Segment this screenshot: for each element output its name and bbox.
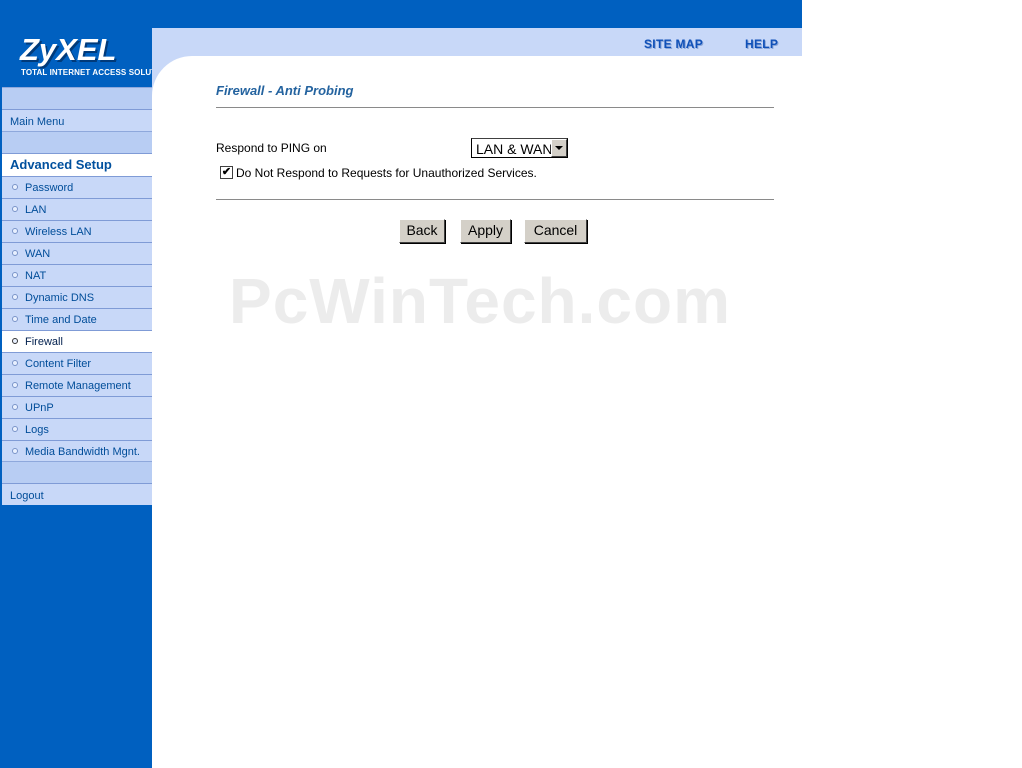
sidebar-item-label: Wireless LAN xyxy=(25,226,92,238)
sidebar-item-logs[interactable]: Logs xyxy=(2,418,152,440)
sidebar-item-label: Firewall xyxy=(25,336,63,348)
dropdown-arrow-icon[interactable] xyxy=(551,139,567,157)
page-title: Firewall - Anti Probing xyxy=(216,83,354,98)
sidebar-item-nat[interactable]: NAT xyxy=(2,264,152,286)
sidebar-item-label: Content Filter xyxy=(25,358,92,370)
cancel-button[interactable]: Cancel xyxy=(524,219,587,243)
brand-name: ZyXEL xyxy=(20,32,117,67)
brand-tagline: Total Internet Access Solution xyxy=(21,68,171,77)
sidebar-item-label: LAN xyxy=(25,204,47,216)
form-divider xyxy=(216,199,774,201)
bullet-icon xyxy=(12,338,18,345)
apply-button[interactable]: Apply xyxy=(460,219,511,243)
sidebar-item-label: Time and Date xyxy=(25,314,97,326)
bullet-icon xyxy=(12,184,18,191)
sidebar-item-label: WAN xyxy=(25,248,51,260)
ping-select[interactable]: LAN & WAN xyxy=(471,138,568,158)
sidebar-item-dynamic-dns[interactable]: Dynamic DNS xyxy=(2,286,152,308)
sidebar: ZyXEL Total Internet Access Solution Mai… xyxy=(0,0,171,768)
sidebar-item-upnp[interactable]: UPnP xyxy=(2,396,152,418)
zyxel-logo: ZyXEL Total Internet Access Solution xyxy=(2,28,171,82)
sidebar-item-label: Dynamic DNS xyxy=(25,292,95,304)
bullet-icon xyxy=(12,426,18,433)
bullet-icon xyxy=(12,294,18,301)
unauthorized-services-checkbox[interactable]: ✔ xyxy=(220,166,233,179)
sidebar-item-lan[interactable]: LAN xyxy=(2,198,152,220)
bullet-icon xyxy=(12,448,18,455)
sidebar-item-label: NAT xyxy=(25,270,47,282)
sidebar-spacer xyxy=(2,87,152,109)
bullet-icon xyxy=(12,382,18,389)
sidebar-item-wan[interactable]: WAN xyxy=(2,242,152,264)
bullet-icon xyxy=(12,206,18,213)
sidebar-spacer xyxy=(2,461,152,483)
bullet-icon xyxy=(12,360,18,367)
top-nav-strip xyxy=(152,28,802,56)
unauthorized-services-label: Do Not Respond to Requests for Unauthori… xyxy=(236,166,537,180)
title-divider xyxy=(216,107,774,109)
bullet-icon xyxy=(12,250,18,257)
bullet-icon xyxy=(12,316,18,323)
bullet-icon xyxy=(12,272,18,279)
bullet-icon xyxy=(12,228,18,235)
sidebar-item-media-bandwidth-mgnt[interactable]: Media Bandwidth Mgnt. xyxy=(2,440,152,462)
ping-label: Respond to PING on xyxy=(216,141,327,155)
ping-select-value: LAN & WAN xyxy=(476,141,553,157)
sidebar-item-label: Password xyxy=(25,182,74,194)
sidebar-item-remote-management[interactable]: Remote Management xyxy=(2,374,152,396)
corner-curve xyxy=(152,56,232,136)
help-link[interactable]: HELP xyxy=(745,37,778,51)
sidebar-section-advanced-setup[interactable]: Advanced Setup xyxy=(2,153,152,176)
sidebar-logout[interactable]: Logout xyxy=(2,483,152,505)
sidebar-item-label: Media Bandwidth Mgnt. xyxy=(25,446,140,458)
sidebar-item-time-and-date[interactable]: Time and Date xyxy=(2,308,152,330)
sidebar-main-menu[interactable]: Main Menu xyxy=(2,109,152,131)
sidebar-item-firewall[interactable]: Firewall xyxy=(2,330,152,352)
sidebar-item-label: Remote Management xyxy=(25,380,131,392)
sidebar-item-label: Logs xyxy=(25,424,49,436)
sidebar-item-wireless-lan[interactable]: Wireless LAN xyxy=(2,220,152,242)
sidebar-item-label: UPnP xyxy=(25,402,54,414)
site-map-link[interactable]: SITE MAP xyxy=(644,37,703,51)
checkmark-icon: ✔ xyxy=(221,166,232,178)
sidebar-item-content-filter[interactable]: Content Filter xyxy=(2,352,152,374)
sidebar-item-password[interactable]: Password xyxy=(2,176,152,198)
watermark-text: PcWinTech.com xyxy=(229,265,731,337)
top-banner xyxy=(152,0,802,28)
sidebar-spacer xyxy=(2,131,152,153)
back-button[interactable]: Back xyxy=(399,219,445,243)
bullet-icon xyxy=(12,404,18,411)
